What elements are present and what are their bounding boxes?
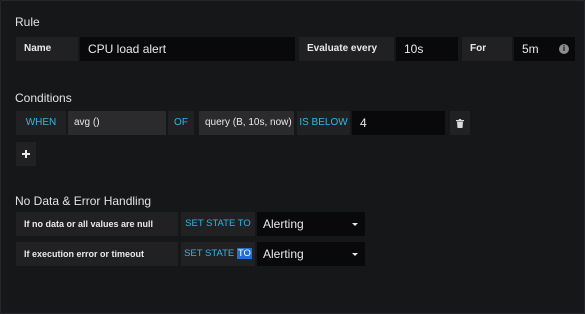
no-data-label: If no data or all values are null: [16, 212, 178, 236]
exec-error-set-state: SET STATE TO: [181, 242, 255, 266]
conditions-section-title: Conditions: [15, 91, 72, 105]
exec-error-state-select[interactable]: Alerting: [257, 242, 365, 266]
delete-condition-button[interactable]: [450, 111, 470, 135]
set-state-text: SET STATE: [184, 248, 237, 259]
name-label: Name: [16, 37, 78, 61]
no-data-state-select[interactable]: Alerting: [257, 212, 365, 236]
info-icon[interactable]: i: [559, 44, 569, 54]
add-condition-button[interactable]: [16, 142, 36, 166]
caret-down-icon: [352, 223, 358, 226]
evaluator-type[interactable]: IS BELOW: [297, 111, 350, 135]
query-selector[interactable]: query (B, 10s, now): [199, 111, 294, 135]
rule-section-title: Rule: [15, 15, 40, 29]
name-input[interactable]: CPU load alert: [80, 37, 295, 61]
handling-section-title: No Data & Error Handling: [15, 194, 152, 208]
when-keyword: WHEN: [16, 111, 66, 135]
for-value: 5m: [522, 42, 539, 56]
reducer-function[interactable]: avg (): [68, 111, 166, 135]
no-data-set-state: SET STATE TO: [181, 212, 255, 236]
exec-error-state-value: Alerting: [263, 247, 304, 261]
plus-icon: [22, 150, 30, 158]
for-label: For: [462, 37, 512, 61]
selected-text-to: TO: [236, 248, 252, 259]
no-data-state-value: Alerting: [263, 217, 304, 231]
trash-icon: [456, 118, 464, 128]
of-keyword: OF: [168, 111, 194, 135]
threshold-input[interactable]: 4: [352, 111, 445, 135]
evaluate-every-label: Evaluate every: [299, 37, 394, 61]
caret-down-icon: [352, 253, 358, 256]
evaluate-every-input[interactable]: 10s: [396, 37, 458, 61]
exec-error-label: If execution error or timeout: [16, 242, 178, 266]
